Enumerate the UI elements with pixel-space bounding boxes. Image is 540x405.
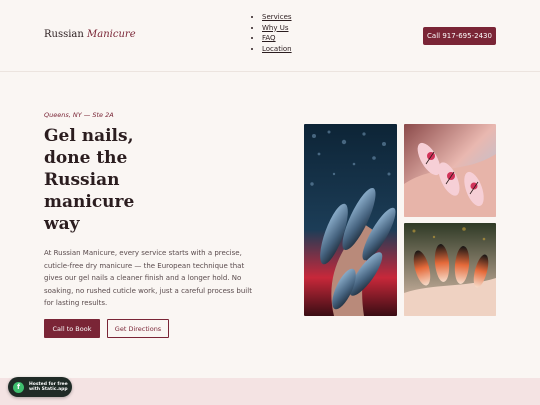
badge-text: Hosted for free with Static.app	[29, 381, 68, 393]
nav-item-faq[interactable]: FAQ	[262, 33, 292, 44]
nav-item-location[interactable]: Location	[262, 44, 292, 55]
call-phone-button[interactable]: Call 917-695-2430	[423, 27, 496, 45]
main-nav: Services Why Us FAQ Location	[254, 12, 292, 54]
call-to-book-button[interactable]: Call to Book	[44, 319, 100, 338]
nav-link-why-us[interactable]: Why Us	[262, 24, 289, 32]
gallery-image-blue-nails	[304, 124, 397, 316]
static-app-hosted-badge[interactable]: f Hosted for free with Static.app	[8, 377, 72, 397]
gallery-image-pink-floral-nails	[404, 124, 496, 217]
headline-line: manicure	[44, 192, 135, 212]
hero-description: At Russian Manicure, every service start…	[44, 249, 252, 308]
site-header: Russian Manicure Services Why Us FAQ Loc…	[0, 0, 540, 72]
logo-word-manicure: Manicure	[87, 29, 136, 40]
static-app-logo-icon: f	[13, 381, 24, 393]
hero-headline: Gel nails, done the Russian manicure way	[44, 125, 154, 235]
brand-logo[interactable]: Russian Manicure	[44, 29, 136, 40]
nav-link-faq[interactable]: FAQ	[262, 34, 276, 42]
headline-line: Russian	[44, 170, 120, 190]
logo-word-russian: Russian	[44, 29, 84, 40]
gallery-image-orange-nails	[404, 223, 496, 316]
headline-line: way	[44, 214, 80, 234]
headline-line: Gel nails,	[44, 126, 134, 146]
nav-link-services[interactable]: Services	[262, 13, 292, 21]
headline-line: done the	[44, 148, 128, 168]
nav-item-why-us[interactable]: Why Us	[262, 23, 292, 34]
nav-item-services[interactable]: Services	[262, 12, 292, 23]
get-directions-button[interactable]: Get Directions	[107, 319, 169, 338]
nav-link-location[interactable]: Location	[262, 45, 292, 53]
location-eyebrow: Queens, NY — Ste 2A	[44, 111, 114, 119]
next-section-band	[0, 378, 540, 405]
